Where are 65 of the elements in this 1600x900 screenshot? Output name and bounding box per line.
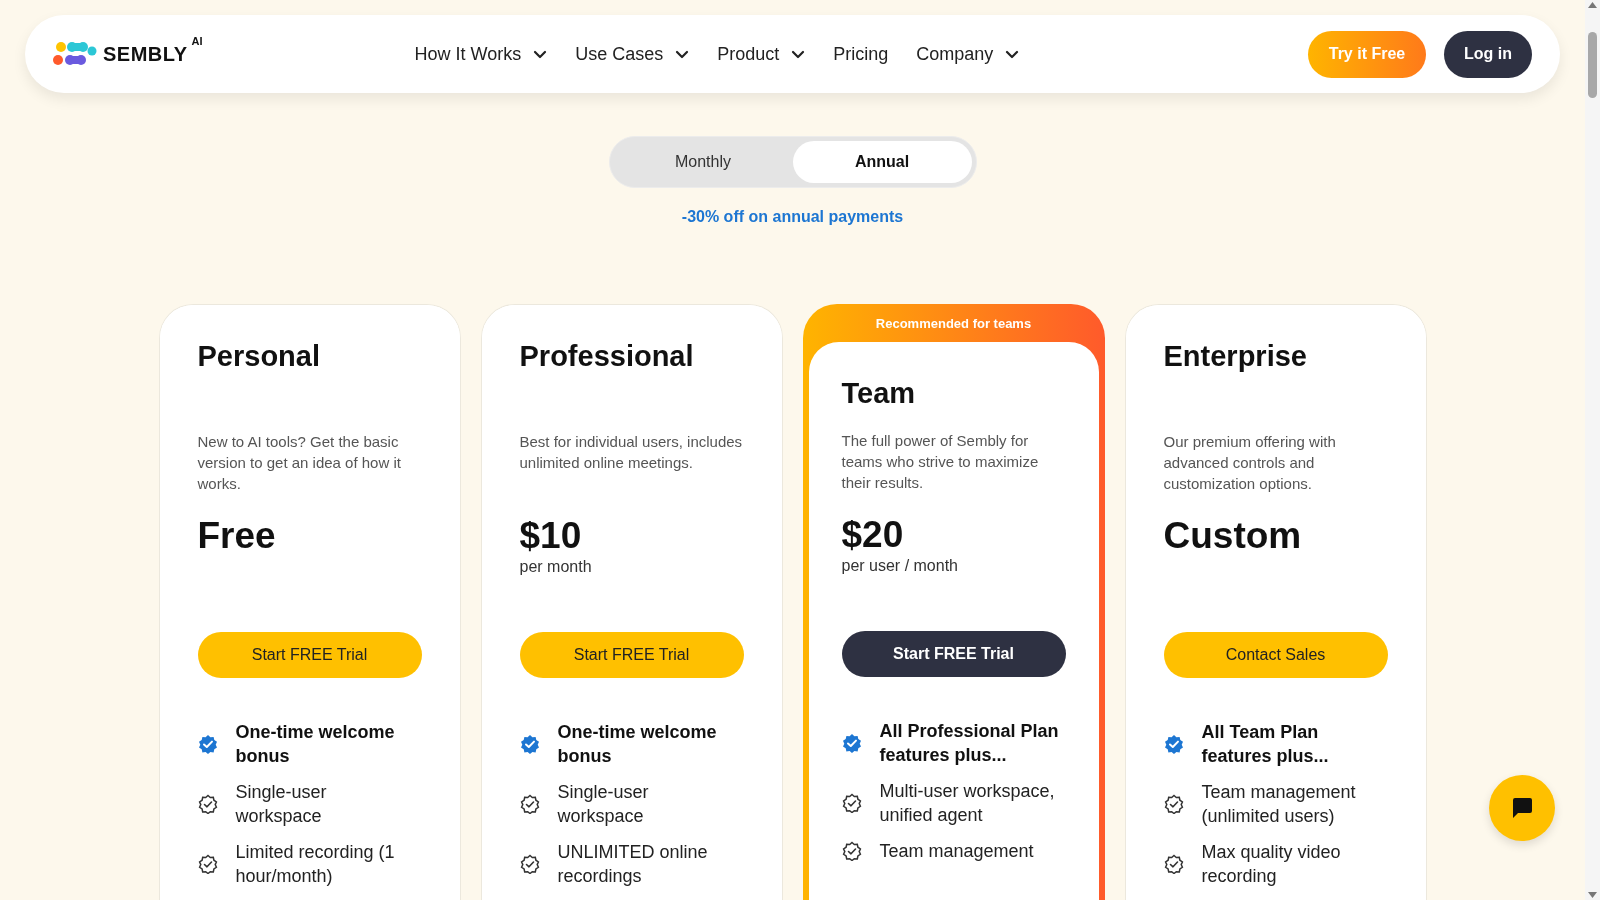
check-badge-icon — [841, 841, 862, 861]
feature-text: Multi-user workspace, unified agent — [879, 780, 1056, 827]
check-badge-icon — [519, 794, 540, 814]
check-badge-icon — [197, 794, 218, 814]
feature-text: Single-user workspace — [557, 781, 650, 828]
plan-description: New to AI tools? Get the basic version to get an idea of how it works. — [197, 432, 402, 494]
price-note: per user / month — [841, 557, 959, 575]
feature-text: Team management — [879, 840, 1035, 863]
plan-cta-button[interactable]: Start FREE Trial — [197, 632, 422, 678]
nav-menu[interactable]: Company — [916, 43, 1020, 65]
check-badge-icon — [197, 854, 218, 874]
feature-text: One-time welcome bonus — [235, 721, 396, 768]
feature-text: UNLIMITED online recordings — [557, 841, 709, 888]
plan-description: The full power of Sembly for teams who strive to maximize their results. — [841, 431, 1040, 493]
verified-badge-icon — [197, 734, 218, 754]
plan-price: $10 — [519, 516, 583, 556]
verified-badge-icon — [519, 734, 540, 754]
plan-price: Custom — [1163, 516, 1303, 556]
verified-badge-icon — [1163, 734, 1184, 754]
plan-name: Enterprise — [1163, 339, 1308, 373]
scrollbar[interactable] — [1585, 0, 1600, 900]
chat-button[interactable] — [1489, 775, 1555, 841]
chevron-down-icon — [533, 49, 548, 59]
plan-price: Free — [197, 516, 277, 556]
feature-text: Team management (unlimited users) — [1201, 781, 1357, 828]
logo-icon — [53, 41, 97, 67]
logo-text: SEMBLY — [103, 42, 188, 66]
scrollbar-thumb[interactable] — [1588, 32, 1597, 98]
login-button[interactable]: Log in — [1444, 30, 1532, 78]
verified-badge-icon — [841, 733, 862, 753]
nav-menu[interactable]: Product — [717, 43, 806, 65]
chat-bubble-icon — [1510, 796, 1534, 820]
feature-text: All Team Plan features plus... — [1201, 721, 1330, 768]
nav-menu[interactable]: How It Works — [414, 43, 548, 65]
nav-menu[interactable]: Use Cases — [575, 43, 690, 65]
check-badge-icon — [1163, 854, 1184, 874]
feature-text: One-time welcome bonus — [557, 721, 718, 768]
feature-text: All Professional Plan features plus... — [879, 720, 1060, 767]
scroll-up-icon[interactable] — [1588, 2, 1597, 8]
recommended-label: Recommended for teams — [874, 314, 1033, 333]
check-badge-icon — [519, 854, 540, 874]
chevron-down-icon — [675, 49, 690, 59]
feature-text: Single-user workspace — [235, 781, 328, 828]
plan-cta-button[interactable]: Contact Sales — [1163, 632, 1388, 678]
check-badge-icon — [1163, 794, 1184, 814]
plan-description: Best for individual users, includes unlimited online meetings. — [519, 432, 744, 473]
plan-name: Personal — [197, 339, 321, 373]
chevron-down-icon — [791, 49, 806, 59]
scroll-down-icon[interactable] — [1588, 892, 1597, 898]
nav-link[interactable]: Pricing — [833, 43, 889, 65]
chevron-down-icon — [1005, 49, 1020, 59]
feature-text: Max quality video recording — [1201, 841, 1342, 888]
feature-text: Limited recording (1 hour/month) — [235, 841, 396, 888]
check-badge-icon — [841, 793, 862, 813]
logo-superscript: AI — [191, 35, 203, 47]
plan-description: Our premium offering with advanced controls and customization options. — [1163, 432, 1337, 494]
billing-option[interactable]: Annual — [792, 141, 972, 183]
plan-name: Team — [841, 376, 917, 410]
plan-cta-button[interactable]: Start FREE Trial — [519, 632, 744, 678]
discount-note: -30% off on annual payments — [681, 208, 904, 226]
billing-option[interactable]: Monthly — [613, 141, 793, 183]
price-note: per month — [519, 558, 593, 576]
plan-price: $20 — [841, 515, 905, 555]
plan-cta-button[interactable]: Start FREE Trial — [841, 631, 1066, 677]
plan-name: Professional — [519, 339, 695, 373]
